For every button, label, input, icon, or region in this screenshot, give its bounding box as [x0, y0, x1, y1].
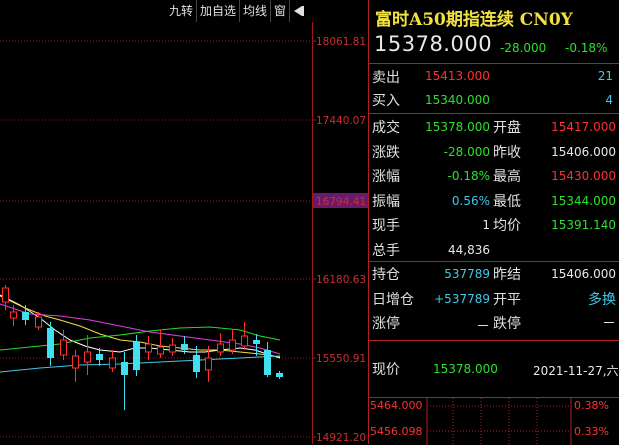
- candle-body: [181, 344, 188, 350]
- stat-label: 总手: [372, 242, 400, 259]
- last-date: 2021-11-27,六: [533, 364, 619, 378]
- candle-body: [109, 357, 116, 369]
- candle-body: [276, 373, 283, 377]
- candle-body: [145, 343, 152, 353]
- candlestick-chart[interactable]: 18061.81 17440.07 16794.41 16180.63 15550.91…: [0, 0, 368, 444]
- stat-label: 昨收: [493, 144, 521, 161]
- price-change-pct: -0.18%: [565, 41, 608, 55]
- window-button[interactable]: 窗: [270, 0, 289, 22]
- price-tick-label: 16794.41: [316, 196, 366, 208]
- candle-body: [47, 328, 54, 358]
- candle-body: [169, 344, 176, 353]
- stat-label: 振幅: [372, 193, 400, 210]
- stat-label: 持仓: [372, 267, 400, 283]
- price-change: -28.000: [500, 41, 547, 55]
- panel-divider: [368, 0, 369, 444]
- stat-value: 15344.000: [551, 193, 616, 208]
- divider: [368, 261, 619, 262]
- stat-value: 15417.000: [551, 120, 616, 134]
- stat-value: 44,836: [448, 242, 490, 257]
- candle-body: [121, 362, 128, 375]
- candle-body: [72, 355, 79, 369]
- candle-body: [241, 335, 248, 347]
- stat-value: －: [602, 316, 616, 332]
- candle-body: [217, 343, 224, 353]
- candle-body: [253, 340, 260, 344]
- price-tick-label: 14921.20: [316, 432, 366, 444]
- stat-value: +537789: [434, 291, 490, 306]
- collapse-left-icon[interactable]: [289, 0, 306, 22]
- price-tick-label: 18061.81: [316, 36, 366, 48]
- stat-label: 现手: [372, 218, 400, 234]
- stat-value: 多换: [588, 291, 616, 308]
- divider: [368, 340, 619, 341]
- candle-body: [157, 346, 164, 355]
- candle-body: [10, 311, 17, 319]
- candle-body: [133, 342, 140, 370]
- candle-body: [35, 316, 42, 328]
- candle-body: [264, 350, 271, 375]
- stat-label: 跌停: [493, 316, 521, 332]
- chart-toolbar: 九转 加自选 均线 窗: [166, 0, 306, 22]
- stat-value: －: [476, 319, 490, 335]
- candle-body: [84, 351, 91, 363]
- mini-grid: [426, 398, 572, 445]
- candle-body: [205, 357, 212, 371]
- stat-label: 涨停: [372, 316, 400, 332]
- candle-body: [2, 287, 9, 303]
- stat-value: 15391.140: [551, 218, 616, 232]
- divider: [368, 113, 619, 114]
- buy-label: 买入: [372, 93, 400, 109]
- add-watchlist-button[interactable]: 加自选: [196, 0, 239, 22]
- nine-turn-button[interactable]: 九转: [166, 0, 196, 22]
- buy-volume: 4: [605, 93, 613, 107]
- stat-label: 昨结: [493, 267, 521, 283]
- mini-tick-chart[interactable]: 5464.000 5456.098 0.38% 0.33%: [368, 397, 619, 445]
- stat-label: 均价: [493, 218, 521, 234]
- stat-label: 涨跌: [372, 144, 400, 161]
- stat-label: 最高: [493, 169, 521, 185]
- candle-body: [22, 312, 29, 320]
- candle-body: [96, 354, 103, 360]
- price-tick-label: 16180.63: [316, 274, 366, 286]
- candle-body: [193, 355, 200, 372]
- stat-value: 15406.000: [551, 144, 616, 159]
- divider: [368, 63, 619, 64]
- stat-value: 15406.000: [551, 267, 616, 281]
- candle-body: [60, 339, 67, 356]
- moving-average-button[interactable]: 均线: [239, 0, 270, 22]
- stat-value: 15378.000: [425, 120, 490, 134]
- stat-label: 日增仓: [372, 291, 414, 308]
- stat-label: 成交: [372, 120, 400, 136]
- price-tick-label: 15550.91: [316, 353, 366, 365]
- stat-value: -0.18%: [447, 169, 490, 183]
- stat-label: 涨幅: [372, 169, 400, 185]
- buy-price: 15340.000: [425, 93, 490, 107]
- stat-label: 开盘: [493, 120, 521, 136]
- stat-label: 最低: [493, 193, 521, 210]
- stat-value: -28.000: [443, 144, 490, 159]
- stat-value: 0.56%: [451, 193, 490, 208]
- instrument-title: 富时A50期指连续 CN0Y: [375, 10, 573, 30]
- sell-label: 卖出: [372, 70, 400, 86]
- last-price: 15378.000: [433, 362, 498, 376]
- stat-value: 1: [482, 218, 490, 232]
- candle-body: [229, 339, 236, 351]
- sell-volume: 21: [597, 69, 613, 83]
- stat-value: 15430.000: [551, 169, 616, 183]
- stat-value: 537789: [444, 267, 490, 281]
- last-price-label: 现价: [372, 362, 400, 378]
- sell-price: 15413.000: [425, 69, 490, 83]
- current-price: 15378.000: [374, 32, 493, 56]
- stat-label: 开平: [493, 291, 521, 308]
- price-tick-label: 17440.07: [316, 115, 366, 127]
